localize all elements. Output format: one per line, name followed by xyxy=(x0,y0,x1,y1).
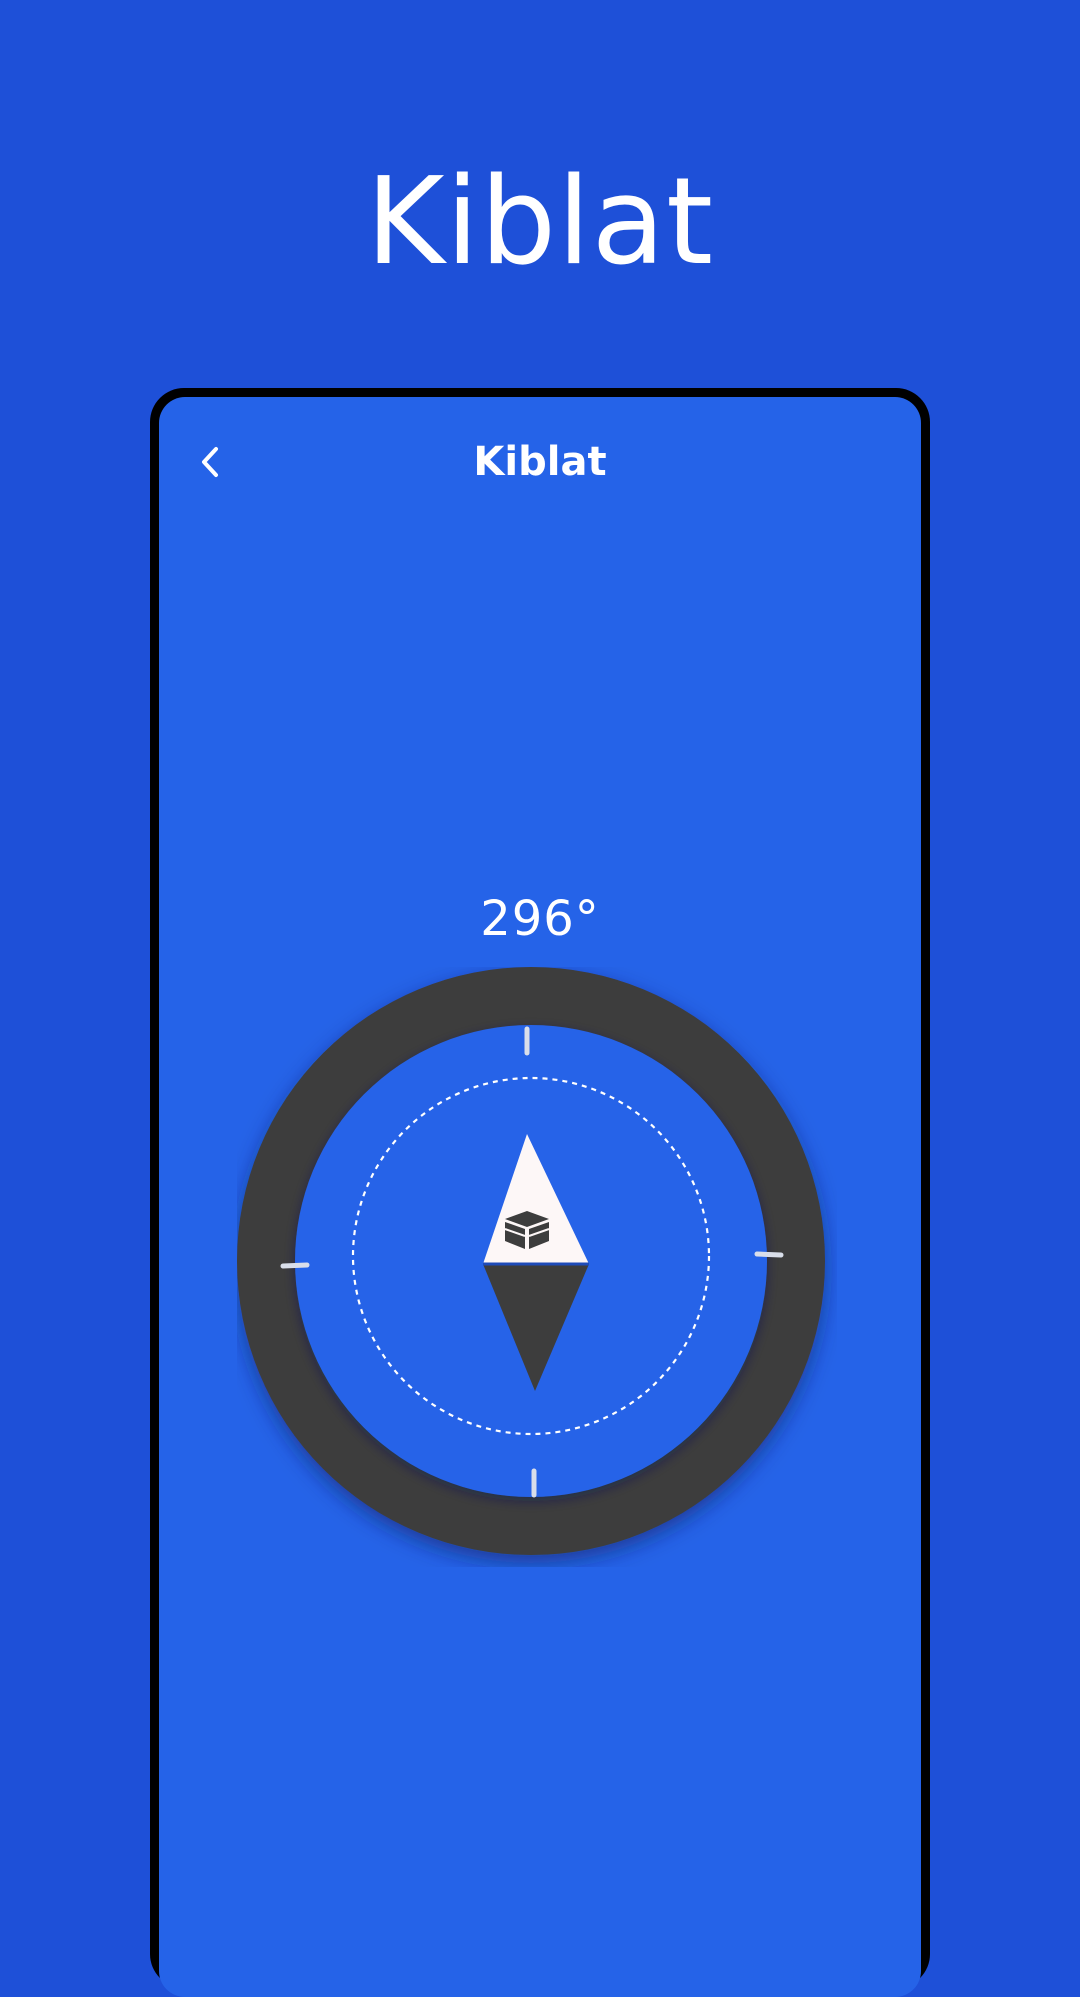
screen-title: Kiblat xyxy=(473,439,607,485)
qibla-degree-readout: 296° xyxy=(480,891,600,947)
phone-frame: Kiblat 296° xyxy=(150,388,930,1997)
tick-mark-east xyxy=(754,1251,784,1258)
hero-title: Kiblat xyxy=(365,153,715,292)
compass-graphic xyxy=(237,967,825,1555)
qibla-compass xyxy=(237,967,837,1567)
app-screen: Kiblat 296° xyxy=(159,397,921,1997)
tick-mark-west xyxy=(280,1262,310,1269)
